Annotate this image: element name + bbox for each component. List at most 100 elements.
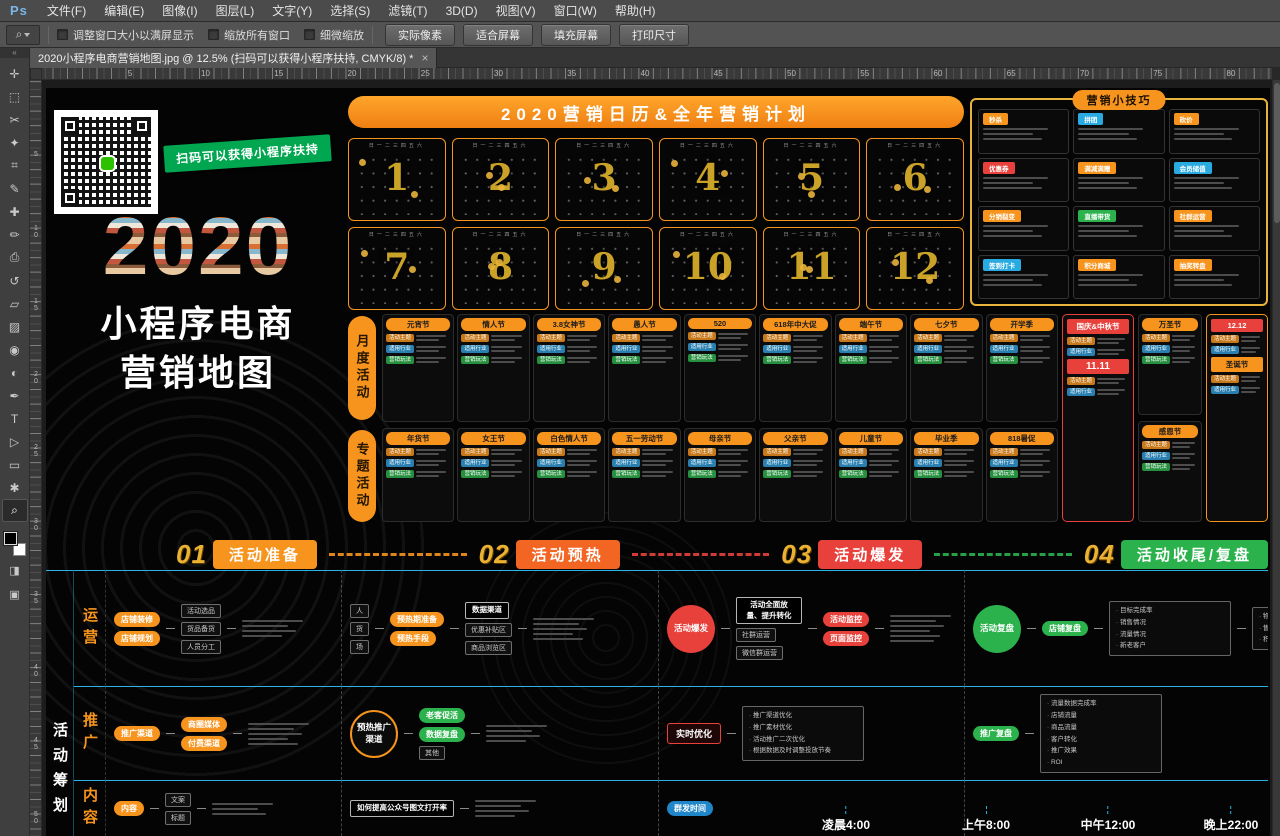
card-tag-row: 活动主题 [537, 448, 601, 456]
festival-card-title: 父亲节 [763, 432, 827, 445]
tip-title: 抽奖转盘 [1174, 259, 1212, 271]
menu-item[interactable]: 视图(V) [487, 0, 545, 22]
foreground-color-swatch[interactable] [4, 532, 17, 545]
eyedropper-tool[interactable]: ✎ [2, 177, 28, 200]
card-tag: 适用行业 [763, 459, 791, 467]
card-tag: 活动主题 [990, 448, 1018, 456]
tab-close-button[interactable]: × [421, 51, 428, 65]
crop-tool[interactable]: ⌗ [2, 154, 28, 177]
timeline-item: 中午12:00午间曝光最高点 [1078, 806, 1138, 836]
option-checkbox[interactable]: 细微缩放 [304, 27, 364, 43]
gradient-tool[interactable]: ▨ [2, 315, 28, 338]
card-tag: 活动主题 [461, 334, 489, 342]
connector-line [1094, 628, 1103, 629]
node-column [890, 615, 956, 642]
checkbox-icon[interactable] [57, 29, 68, 40]
tip-title: 拼团 [1078, 113, 1103, 125]
brush-tool[interactable]: ✏ [2, 223, 28, 246]
card-tag-row: 适用行业 [839, 459, 903, 467]
card-text-lines [944, 448, 978, 455]
card-tag-row: 营销玩法 [386, 356, 450, 364]
ruler-label: 15 [274, 69, 283, 78]
option-checkbox[interactable]: 调整窗口大小以满屏显示 [57, 27, 194, 43]
calendar-month-number: 3 [556, 151, 652, 205]
menu-item[interactable]: 3D(D) [437, 0, 487, 22]
path-selection-tool[interactable]: ▷ [2, 430, 28, 453]
card-tag-row: 适用行业 [688, 459, 752, 467]
menu-item[interactable]: 图像(I) [153, 0, 206, 22]
pen-tool[interactable]: ✒ [2, 384, 28, 407]
menu-item[interactable]: 选择(S) [321, 0, 379, 22]
scrollbar-thumb[interactable] [1274, 83, 1280, 223]
tip-card: 签到打卡 [978, 255, 1069, 300]
checkbox-icon[interactable] [304, 29, 315, 40]
node-column [533, 618, 599, 640]
checkbox-label: 缩放所有窗口 [224, 27, 290, 43]
lasso-tool[interactable]: ✂ [2, 108, 28, 131]
type-tool[interactable]: T [2, 407, 28, 430]
calendar-month-number: 2 [453, 151, 549, 205]
zoom-tool-options-icon[interactable]: ⌕ [6, 25, 40, 45]
option-button[interactable]: 适合屏幕 [463, 24, 533, 46]
list-item: ROI [1047, 757, 1155, 769]
option-button[interactable]: 打印尺寸 [619, 24, 689, 46]
color-swatches[interactable] [4, 532, 26, 556]
card-text-lines [567, 345, 601, 352]
tip-card: 积分商城 [1073, 255, 1164, 300]
calendar-weekdays: 日一二三四五六 [354, 231, 440, 238]
document-tab[interactable]: 2020小程序电商营销地图.jpg @ 12.5% (扫码可以获得小程序扶持, … [30, 48, 437, 68]
node-column: 人货场 [350, 604, 369, 654]
card-tag: 适用行业 [1142, 452, 1170, 460]
screen-mode-button[interactable]: ▣ [2, 584, 28, 604]
map-node: 货品备货 [181, 622, 221, 636]
card-tag: 适用行业 [839, 345, 867, 353]
menu-item[interactable]: 编辑(E) [95, 0, 153, 22]
tools-panel: « ✛⬚✂✦⌗✎✚✏⎙↺ ▱ ▨◉◐✒T▷▭✱⌕ ◨ ▣ [0, 48, 30, 836]
quick-selection-tool[interactable]: ✦ [2, 131, 28, 154]
menu-item[interactable]: 窗口(W) [545, 0, 606, 22]
eraser-icon: ▱ [10, 297, 19, 311]
card-text-lines [869, 345, 903, 352]
node-column: 店铺复盘 [1042, 621, 1088, 636]
card-text-lines [869, 470, 903, 477]
option-button[interactable]: 实际像素 [385, 24, 455, 46]
document-tab-bar: 2020小程序电商营销地图.jpg @ 12.5% (扫码可以获得小程序扶持, … [30, 48, 1280, 68]
menu-item[interactable]: 图层(L) [207, 0, 264, 22]
menu-item[interactable]: 帮助(H) [606, 0, 665, 22]
quick-mask-button[interactable]: ◨ [2, 560, 28, 580]
festival-card-title: 感恩节 [1142, 425, 1198, 438]
card-tag-row: 活动主题 [1067, 337, 1129, 345]
tools-panel-collapse[interactable]: « [0, 48, 29, 58]
checkbox-icon[interactable] [208, 29, 219, 40]
clone-stamp-tool[interactable]: ⎙ [2, 246, 28, 269]
move-tool[interactable]: ✛ [2, 62, 28, 85]
document-canvas[interactable]: 扫码可以获得小程序扶持 2020 小程序电商 营销地图 2020营销日历&全年营… [42, 80, 1272, 836]
card-text-lines [491, 470, 525, 477]
hand-tool[interactable]: ✱ [2, 476, 28, 499]
healing-brush-tool[interactable]: ✚ [2, 200, 28, 223]
shape-tool[interactable]: ▭ [2, 453, 28, 476]
card-tag: 营销玩法 [839, 470, 867, 478]
ruler-label: 75 [1153, 69, 1162, 78]
special-cards-row: 年货节活动主题适用行业营销玩法女王节活动主题适用行业营销玩法白色情人节活动主题适… [382, 428, 1058, 522]
ruler-label: 4 0 [30, 664, 42, 678]
menu-item[interactable]: 滤镜(T) [379, 0, 436, 22]
history-brush-tool[interactable]: ↺ [2, 269, 28, 292]
eraser-tool[interactable]: ▱ [2, 292, 28, 315]
menu-item[interactable]: 文字(Y) [263, 0, 321, 22]
node-column: 推广渠道 [114, 726, 160, 741]
festival-card: 五一劳动节活动主题适用行业营销玩法 [608, 428, 680, 522]
option-button[interactable]: 填充屏幕 [541, 24, 611, 46]
option-checkbox[interactable]: 缩放所有窗口 [208, 27, 290, 43]
menu-item[interactable]: 文件(F) [38, 0, 95, 22]
dodge-tool[interactable]: ◐ [2, 361, 28, 384]
card-tag: 营销玩法 [990, 470, 1018, 478]
marquee-tool[interactable]: ⬚ [2, 85, 28, 108]
workflow-cell-r0-c2: 活动爆发活动全面放量、提升转化社群运营微信群运营活动监控页面监控 [658, 570, 964, 686]
vertical-scrollbar[interactable] [1272, 80, 1280, 836]
card-text-lines [718, 448, 752, 455]
phase-label: 活动准备 [213, 540, 317, 569]
zoom-tool[interactable]: ⌕ [2, 499, 28, 522]
card-text-lines [567, 459, 601, 466]
blur-tool[interactable]: ◉ [2, 338, 28, 361]
